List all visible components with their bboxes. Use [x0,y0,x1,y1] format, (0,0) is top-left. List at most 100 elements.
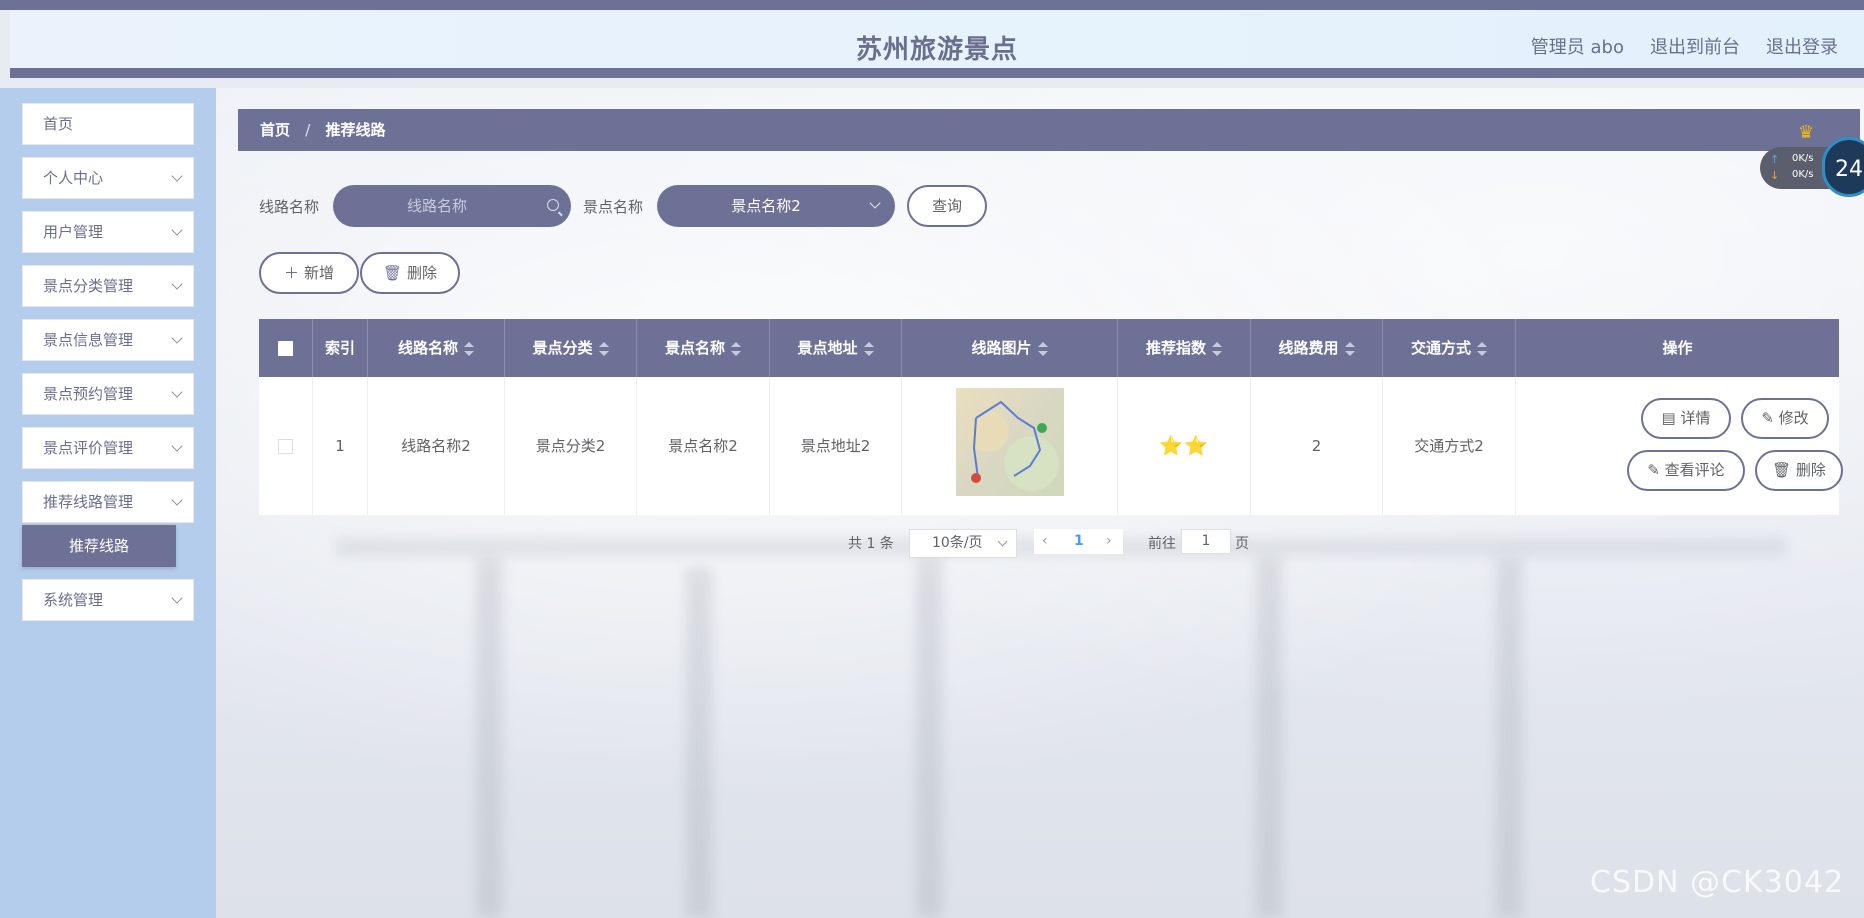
route-map-image[interactable] [956,388,1064,496]
routes-table: 索引 线路名称 景点分类 景点名称 景点地址 线路图片 推荐指数 线路费用 交通… [259,319,1843,515]
table-header: 索引 线路名称 景点分类 景点名称 景点地址 线路图片 推荐指数 线路费用 交通… [259,319,1839,377]
sidebar-subitem-recommended-routes[interactable]: 推荐线路 [22,525,176,567]
admin-user-link[interactable]: 管理员 abo [1531,33,1624,59]
watermark-text: CSDN @CK3042 [1590,865,1845,900]
spot-name-select[interactable]: 景点名称2 [657,185,895,227]
chevron-down-icon [171,332,183,344]
sort-icon[interactable] [863,341,874,356]
page-size-select[interactable]: 10条/页 [909,529,1017,558]
delete-button[interactable]: 🗑 删除 [360,252,460,294]
route-name-label: 线路名称 [259,198,320,216]
speed-dial-widget[interactable]: 24 [1822,137,1864,197]
col-spot-name[interactable]: 景点名称 [637,319,770,377]
sort-icon[interactable] [1212,341,1222,356]
col-rating[interactable]: 推荐指数 [1118,319,1251,377]
document-icon: ▤ [1661,409,1681,427]
sidebar-item-home[interactable]: 首页 [22,103,194,145]
upload-arrow-icon: ↑ [1770,153,1780,166]
top-strip [0,0,1864,10]
delete-button-label: 删除 [407,264,438,282]
edit-button-label: 修改 [1778,409,1809,427]
sidebar-item-label: 用户管理 [43,223,104,241]
col-route-image[interactable]: 线路图片 [902,319,1118,377]
sort-icon[interactable] [598,341,609,356]
sidebar-item-label: 景点分类管理 [43,277,134,295]
prev-page-icon[interactable]: ‹ [1042,529,1048,554]
chevron-down-icon [997,536,1008,547]
header: 苏州旅游景点 管理员 abo 退出到前台 退出登录 [10,10,1864,78]
select-all-checkbox[interactable] [278,341,293,356]
trash-icon: 🗑 [1772,461,1796,479]
breadcrumb-home[interactable]: 首页 [260,121,290,139]
add-button[interactable]: ＋ 新增 [259,252,359,294]
sidebar-item-route-management[interactable]: 推荐线路管理 [22,481,194,523]
col-actions: 操作 [1662,339,1693,357]
chevron-down-icon [171,386,183,398]
spot-name-selected: 景点名称2 [731,197,801,215]
col-index: 索引 [313,319,368,377]
page-number-current[interactable]: 1 [1074,529,1084,554]
cell-category: 景点分类2 [505,377,637,515]
detail-button-label: 详情 [1680,409,1711,427]
cell-transport: 交通方式2 [1383,377,1516,515]
download-speed: 0K/s [1792,169,1814,180]
add-button-label: 新增 [304,264,335,282]
query-button[interactable]: 查询 [907,185,987,227]
view-comments-button[interactable]: ✎ 查看评论 [1627,450,1745,491]
crown-icon: ♛ [1798,122,1815,143]
cell-spot-name: 景点名称2 [637,377,770,515]
route-name-input[interactable]: 线路名称 [333,185,571,227]
row-delete-button[interactable]: 🗑 删除 [1755,450,1843,491]
cell-actions: ▤ 详情 ✎ 修改 ✎ 查看评论 🗑 删除 [1516,377,1843,515]
pagination-total: 共 1 条 [848,536,894,552]
chevron-down-icon [171,592,183,604]
upload-speed: 0K/s [1792,153,1814,164]
chevron-down-icon [171,440,183,452]
edit-button[interactable]: ✎ 修改 [1741,398,1829,439]
sort-icon[interactable] [1037,341,1048,356]
page-suffix-label: 页 [1235,536,1249,552]
cell-rating: ⭐⭐ [1118,377,1251,515]
route-map-lines [971,400,1047,483]
col-route-name[interactable]: 线路名称 [368,319,505,377]
cell-address: 景点地址2 [770,377,902,515]
plus-icon: ＋ [283,264,299,282]
logout-link[interactable]: 退出登录 [1766,33,1838,59]
sort-icon[interactable] [731,341,741,356]
sidebar: 首页 个人中心 用户管理 景点分类管理 景点信息管理 景点预约管理 景点评价管理… [0,88,216,918]
search-icon [547,199,559,211]
spot-name-label: 景点名称 [583,198,644,216]
col-fee[interactable]: 线路费用 [1251,319,1383,377]
col-address[interactable]: 景点地址 [770,319,902,377]
sidebar-item-personal-center[interactable]: 个人中心 [22,157,194,199]
row-select-cell [259,377,313,515]
exit-to-frontend-link[interactable]: 退出到前台 [1650,33,1740,59]
chevron-down-icon [171,170,183,182]
row-checkbox[interactable] [278,439,293,454]
sidebar-item-category-management[interactable]: 景点分类管理 [22,265,194,307]
sidebar-item-review-management[interactable]: 景点评价管理 [22,427,194,469]
sort-icon[interactable] [1344,341,1355,356]
cell-route-name: 线路名称2 [368,377,505,515]
next-page-icon[interactable]: › [1106,529,1112,554]
breadcrumb: 首页 / 推荐线路 [238,109,1860,151]
chevron-down-icon [171,494,183,506]
sidebar-item-system-management[interactable]: 系统管理 [22,579,194,621]
pencil-icon: ✎ [1647,461,1665,479]
trash-icon: 🗑 [382,264,403,282]
sidebar-item-label: 系统管理 [43,591,104,609]
sidebar-item-user-management[interactable]: 用户管理 [22,211,194,253]
sort-icon[interactable] [464,341,474,356]
col-category[interactable]: 景点分类 [505,319,637,377]
sidebar-item-label: 首页 [43,115,74,133]
page-size-value: 10条/页 [932,535,983,551]
rating-stars: ⭐⭐ [1159,435,1209,457]
sort-icon[interactable] [1477,341,1487,356]
col-transport[interactable]: 交通方式 [1383,319,1516,377]
goto-page-input[interactable]: 1 [1181,529,1231,554]
sidebar-item-label: 推荐线路管理 [43,493,134,511]
detail-button[interactable]: ▤ 详情 [1641,398,1731,439]
chevron-down-icon [171,278,183,290]
sidebar-item-spot-info-management[interactable]: 景点信息管理 [22,319,194,361]
sidebar-item-booking-management[interactable]: 景点预约管理 [22,373,194,415]
